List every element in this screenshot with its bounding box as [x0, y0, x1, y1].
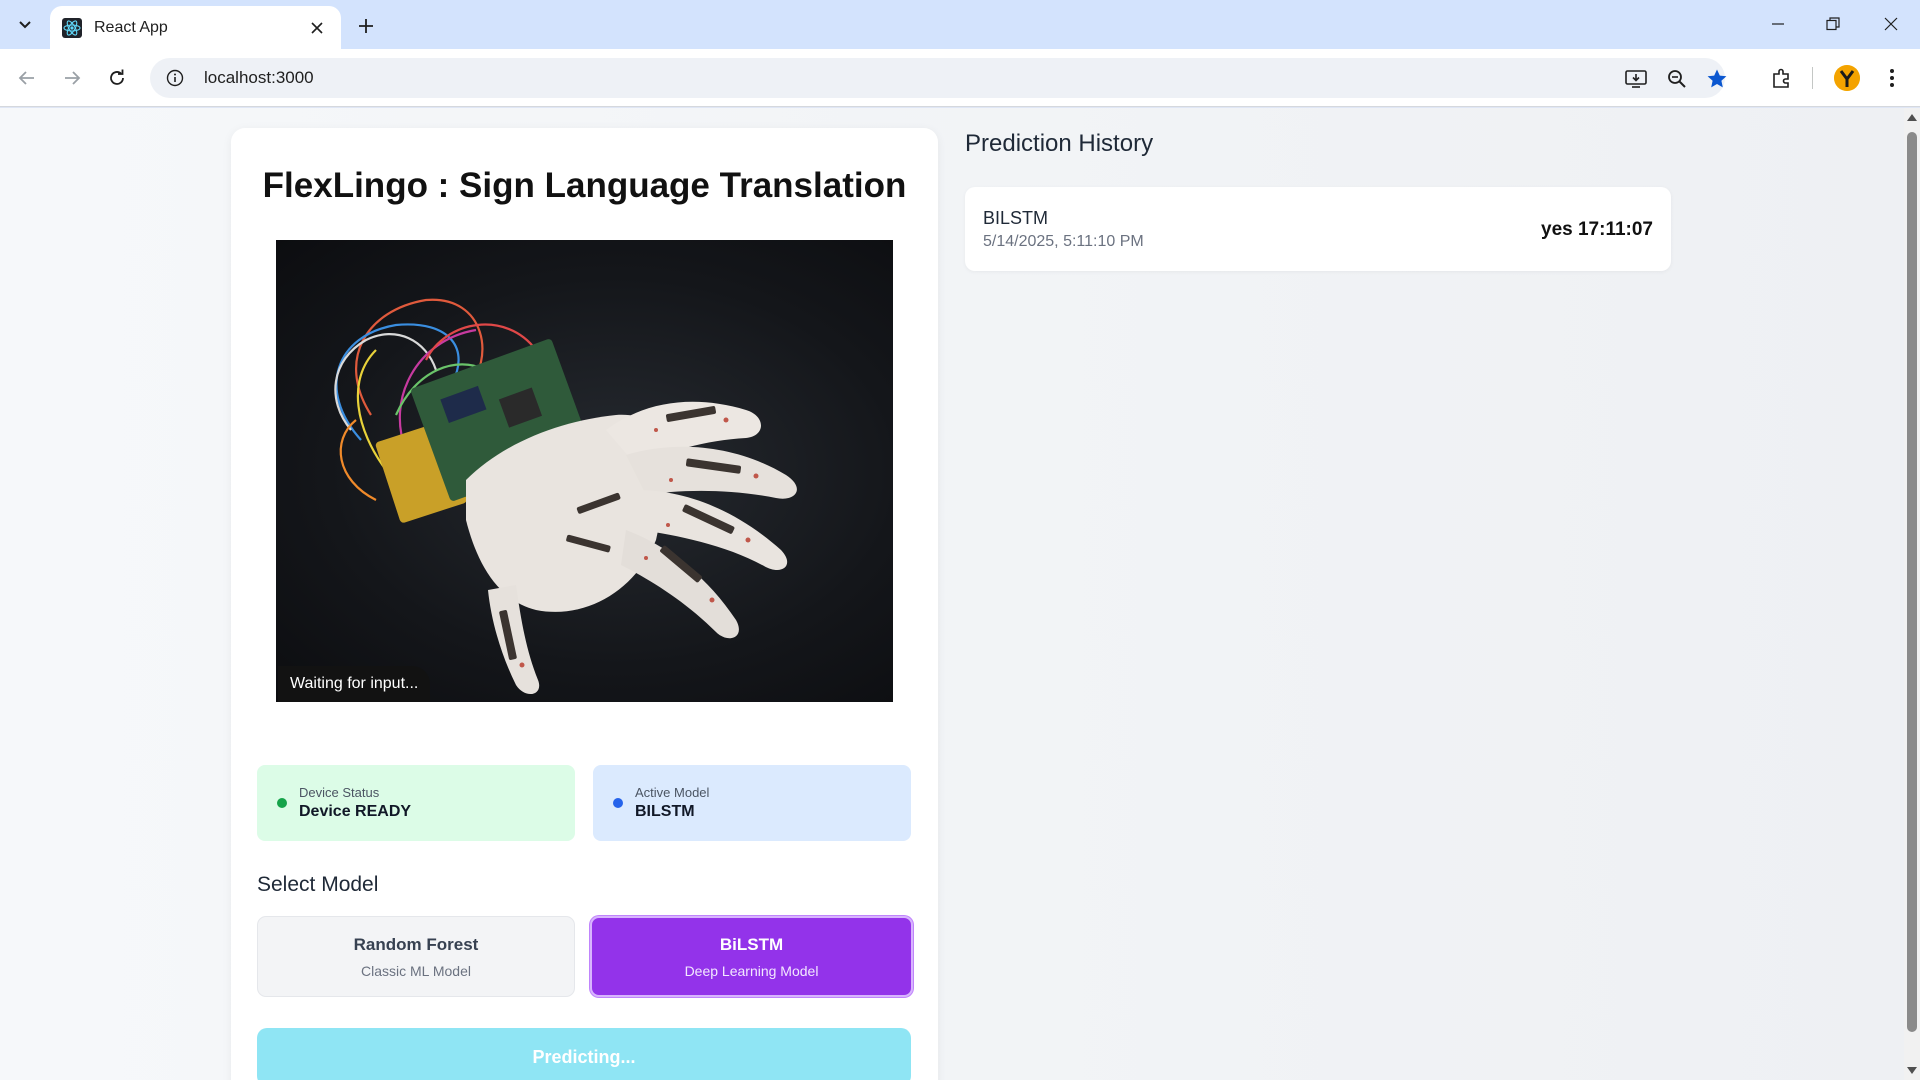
page-scrollbar[interactable]	[1904, 108, 1920, 1080]
url-text: localhost:3000	[204, 68, 314, 87]
history-prediction: yes 17:11:07	[1541, 219, 1653, 240]
history-model: BILSTM	[983, 208, 1049, 228]
restore-button[interactable]	[1813, 8, 1853, 40]
bookmark-star-icon[interactable]	[1704, 66, 1730, 92]
browser-tab-strip: React App	[0, 0, 1920, 49]
scroll-up-arrow-icon[interactable]	[1907, 112, 1917, 122]
react-logo-icon	[62, 17, 82, 38]
browser-tab[interactable]: React App	[50, 6, 341, 49]
device-status-box: Device Status Device READY	[257, 765, 575, 841]
translator-card: FlexLingo : Sign Language Translation Wa…	[231, 128, 938, 1080]
sensor-glove-illustration	[334, 298, 797, 695]
model-description: Classic ML Model	[361, 962, 471, 979]
reload-button[interactable]	[101, 62, 133, 94]
model-option-bilstm[interactable]: BiLSTM Deep Learning Model	[590, 916, 913, 997]
minimize-icon	[1772, 23, 1784, 25]
chevron-down-icon	[19, 21, 31, 29]
browser-toolbar: localhost:3000	[0, 49, 1920, 107]
install-app-icon[interactable]	[1623, 66, 1649, 92]
active-model-dot	[613, 798, 623, 808]
device-status-value: Device READY	[299, 803, 412, 820]
more-vertical-icon	[1890, 69, 1894, 87]
active-model-label: Active Model	[635, 785, 710, 800]
minimize-button[interactable]	[1758, 8, 1798, 40]
back-button[interactable]	[11, 62, 43, 94]
device-status-dot	[277, 798, 287, 808]
plus-icon	[359, 19, 373, 33]
close-tab-icon[interactable]	[305, 16, 329, 40]
arrow-right-icon	[65, 71, 81, 85]
scroll-down-arrow-icon[interactable]	[1907, 1066, 1917, 1076]
arrow-left-icon	[18, 71, 34, 85]
device-status-label: Device Status	[299, 785, 380, 800]
tab-search-button[interactable]	[12, 10, 38, 38]
close-icon	[1884, 17, 1898, 31]
browser-menu-button[interactable]	[1878, 64, 1906, 92]
model-description: Deep Learning Model	[684, 962, 819, 979]
model-name: BiLSTM	[719, 934, 784, 954]
active-model-box: Active Model BILSTM	[593, 765, 911, 841]
restore-icon	[1826, 17, 1840, 31]
history-heading: Prediction History	[965, 130, 1154, 157]
forward-button[interactable]	[56, 62, 88, 94]
tab-title: React App	[94, 18, 168, 36]
new-tab-button[interactable]	[352, 12, 380, 40]
glove-image: Waiting for input...	[276, 240, 893, 702]
zoom-icon[interactable]	[1664, 66, 1690, 92]
extensions-icon[interactable]	[1768, 64, 1796, 92]
reload-icon	[110, 69, 124, 85]
page-title: FlexLingo : Sign Language Translation	[262, 166, 907, 205]
predict-button[interactable]: Predicting...	[257, 1028, 911, 1080]
toolbar-separator	[1812, 67, 1813, 89]
history-list-item: BILSTM 5/14/2025, 5:11:10 PM yes 17:11:0…	[965, 187, 1671, 271]
site-info-icon[interactable]	[164, 67, 186, 89]
select-model-heading: Select Model	[257, 873, 379, 896]
scrollbar-thumb[interactable]	[1907, 132, 1917, 1032]
close-window-button[interactable]	[1871, 8, 1911, 40]
profile-icon	[1834, 65, 1860, 91]
history-timestamp: 5/14/2025, 5:11:10 PM	[983, 233, 1144, 250]
model-name: Random Forest	[353, 934, 479, 954]
input-status-badge: Waiting for input...	[278, 666, 431, 702]
profile-avatar[interactable]	[1834, 65, 1860, 91]
model-option-random-forest[interactable]: Random Forest Classic ML Model	[257, 916, 575, 997]
page-viewport: FlexLingo : Sign Language Translation Wa…	[0, 108, 1920, 1080]
address-bar[interactable]: localhost:3000	[150, 58, 1727, 98]
active-model-value: BILSTM	[635, 803, 695, 820]
